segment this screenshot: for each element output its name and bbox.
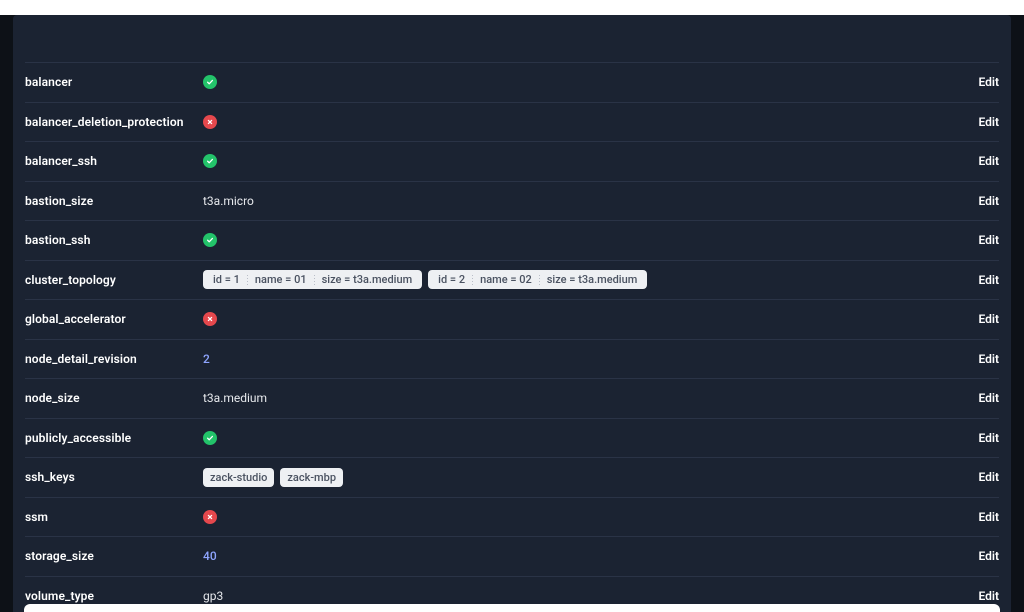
setting-key: node_detail_revision xyxy=(25,352,203,366)
settings-row: balancer Edit xyxy=(25,63,999,103)
object-pill: id = 1 name = 01 size = t3a.medium xyxy=(203,270,422,289)
setting-value-text: 40 xyxy=(203,549,217,563)
setting-key: cluster_topology xyxy=(25,273,203,287)
edit-button[interactable]: Edit xyxy=(966,233,999,247)
setting-key: publicly_accessible xyxy=(25,431,203,445)
settings-row: global_accelerator Edit xyxy=(25,300,999,340)
edit-button[interactable]: Edit xyxy=(966,273,999,287)
setting-key: ssh_keys xyxy=(25,470,203,484)
setting-value: t3a.medium xyxy=(203,391,966,405)
setting-value-text: gp3 xyxy=(203,589,223,603)
settings-row: node_detail_revision2 Edit xyxy=(25,340,999,380)
setting-value: zack-studio zack-mbp xyxy=(203,468,966,487)
settings-panel: balancerEditbalancer_deletion_protection… xyxy=(13,15,1011,612)
setting-key: node_size xyxy=(25,391,203,405)
settings-row: bastion_sizet3a.micro Edit xyxy=(25,182,999,222)
pill-separator xyxy=(539,275,540,285)
setting-value-text: 2 xyxy=(203,352,210,366)
setting-key: global_accelerator xyxy=(25,312,203,326)
settings-row: node_sizet3a.medium Edit xyxy=(25,379,999,419)
settings-row: balancer_deletion_protection Edit xyxy=(25,103,999,143)
edit-button[interactable]: Edit xyxy=(966,312,999,326)
setting-value: 2 xyxy=(203,352,966,366)
bottom-white-band xyxy=(24,604,1000,612)
tag-pill: zack-studio xyxy=(203,468,274,487)
status-false-icon xyxy=(203,115,217,129)
status-false-icon xyxy=(203,312,217,326)
setting-key: ssm xyxy=(25,510,203,524)
panel-header-spacer xyxy=(25,15,999,63)
setting-value xyxy=(203,115,966,129)
status-true-icon xyxy=(203,75,217,89)
status-false-icon xyxy=(203,510,217,524)
settings-row: balancer_ssh Edit xyxy=(25,142,999,182)
app-root: { "actions": { "edit": "Edit" }, "rows":… xyxy=(0,0,1024,612)
object-pill: id = 2 name = 02 size = t3a.medium xyxy=(428,270,647,289)
setting-key: storage_size xyxy=(25,549,203,563)
setting-value xyxy=(203,233,966,247)
edit-button[interactable]: Edit xyxy=(966,549,999,563)
setting-key: bastion_ssh xyxy=(25,233,203,247)
setting-value: t3a.micro xyxy=(203,194,966,208)
edit-button[interactable]: Edit xyxy=(966,75,999,89)
setting-value xyxy=(203,154,966,168)
setting-value xyxy=(203,510,966,524)
edit-button[interactable]: Edit xyxy=(966,194,999,208)
object-pill-segment: id = 1 xyxy=(210,274,243,285)
status-true-icon xyxy=(203,431,217,445)
edit-button[interactable]: Edit xyxy=(966,391,999,405)
settings-row: ssh_keyszack-studio zack-mbp Edit xyxy=(25,458,999,498)
pill-separator xyxy=(314,275,315,285)
tag-pill: zack-mbp xyxy=(280,468,343,487)
object-pill-segment: size = t3a.medium xyxy=(544,274,641,285)
status-true-icon xyxy=(203,154,217,168)
edit-button[interactable]: Edit xyxy=(966,115,999,129)
object-pill-segment: id = 2 xyxy=(435,274,468,285)
setting-key: balancer xyxy=(25,75,203,89)
setting-value xyxy=(203,75,966,89)
object-pill-segment: name = 01 xyxy=(252,274,310,285)
settings-row: publicly_accessible Edit xyxy=(25,419,999,459)
edit-button[interactable]: Edit xyxy=(966,154,999,168)
settings-rows: balancerEditbalancer_deletion_protection… xyxy=(25,63,999,612)
setting-value: id = 1 name = 01 size = t3a.medium id = 2 na… xyxy=(203,270,966,289)
setting-key: volume_type xyxy=(25,589,203,603)
edit-button[interactable]: Edit xyxy=(966,431,999,445)
pill-separator xyxy=(472,275,473,285)
setting-key: balancer_deletion_protection xyxy=(25,115,203,129)
object-pill-segment: size = t3a.medium xyxy=(319,274,416,285)
settings-row: storage_size40 Edit xyxy=(25,537,999,577)
setting-value xyxy=(203,431,966,445)
pill-separator xyxy=(247,275,248,285)
status-true-icon xyxy=(203,233,217,247)
settings-row: bastion_ssh Edit xyxy=(25,221,999,261)
edit-button[interactable]: Edit xyxy=(966,470,999,484)
edit-button[interactable]: Edit xyxy=(966,589,999,603)
edit-button[interactable]: Edit xyxy=(966,352,999,366)
setting-key: bastion_size xyxy=(25,194,203,208)
setting-value xyxy=(203,312,966,326)
settings-row: ssm Edit xyxy=(25,498,999,538)
edit-button[interactable]: Edit xyxy=(966,510,999,524)
setting-key: balancer_ssh xyxy=(25,154,203,168)
top-white-strip xyxy=(0,0,1024,15)
setting-value-text: t3a.micro xyxy=(203,194,254,208)
settings-row: cluster_topology id = 1 name = 01 size = t3… xyxy=(25,261,999,301)
setting-value: gp3 xyxy=(203,589,966,603)
setting-value-text: t3a.medium xyxy=(203,391,267,405)
object-pill-segment: name = 02 xyxy=(477,274,535,285)
setting-value: 40 xyxy=(203,549,966,563)
